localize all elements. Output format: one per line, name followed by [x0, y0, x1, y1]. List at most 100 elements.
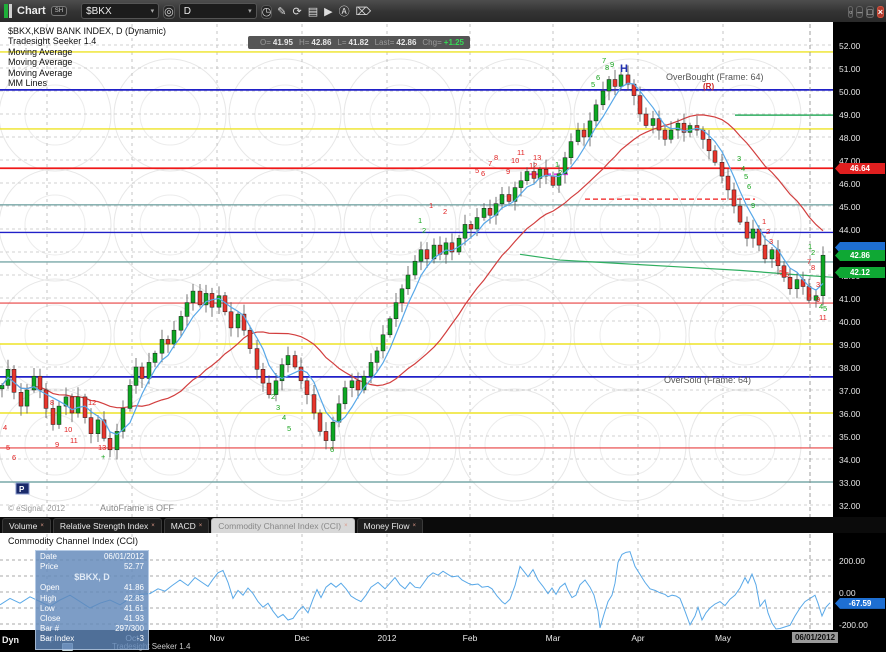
restore-button[interactable]: ▫	[848, 6, 854, 18]
quote-label: H=	[298, 38, 310, 47]
symbol-go-button[interactable]: ◎	[163, 5, 175, 19]
chart-window: Chart SH $BKX ▾ ◎ D ▾ ◷ ✎ ⟳ ▤ ▶ Ⓐ ⌦ ▫ – □ × 45689…	[0, 0, 886, 652]
price-tick-label: 32.00	[839, 501, 861, 511]
svg-text:2: 2	[271, 392, 275, 401]
title-bar: Chart SH $BKX ▾ ◎ D ▾ ◷ ✎ ⟳ ▤ ▶ Ⓐ ⌦ ▫ – □ ×	[0, 0, 886, 22]
svg-text:8: 8	[811, 263, 815, 272]
quote-value: 42.86	[311, 38, 332, 47]
price-tick-label: 52.00	[839, 41, 861, 51]
legend-ma3[interactable]: Moving Average	[8, 68, 166, 78]
price-tick-label: 34.00	[839, 455, 861, 465]
svg-text:2: 2	[766, 227, 770, 236]
data-window-row: High 42.83	[40, 593, 144, 603]
svg-text:5: 5	[475, 166, 479, 175]
quote-label: O=	[260, 38, 271, 47]
close-tab-icon[interactable]: ×	[151, 523, 155, 529]
eraser-button[interactable]: ⌦	[355, 5, 373, 19]
svg-text:1: 1	[429, 201, 433, 210]
data-window-row: Low 41.61	[40, 603, 144, 613]
time-interval-button[interactable]: ◷	[260, 5, 273, 19]
svg-text:12: 12	[88, 398, 96, 407]
price-tick-label: 50.00	[839, 87, 861, 97]
svg-text:5: 5	[6, 443, 10, 452]
data-window-overlay[interactable]: Date 06/01/2012 Price 52.77 $BKX, D Open 41.86…	[35, 550, 149, 650]
svg-text:13: 13	[98, 443, 106, 452]
quote-label: L=	[337, 38, 347, 47]
quote-strip: O= 41.95 H= 42.86 L= 41.82 Last= 42.86 Chg= +1.25	[248, 36, 471, 49]
price-tick-label: 33.00	[839, 478, 861, 488]
svg-text:10: 10	[64, 425, 72, 434]
tab-macd[interactable]: MACD ×	[163, 518, 210, 533]
quote-label: Last=	[374, 38, 395, 47]
month-label: Nov	[209, 633, 225, 643]
quote-value: 41.95	[272, 38, 293, 47]
svg-text:5: 5	[744, 172, 748, 181]
symbol-input[interactable]: $BKX ▾	[81, 3, 160, 19]
main-price-chart[interactable]: 4568910111213+2345612125 6789101112131256…	[0, 22, 833, 517]
tab-volume[interactable]: Volume ×	[2, 518, 51, 533]
svg-text:10: 10	[511, 156, 519, 165]
svg-text:13: 13	[533, 153, 541, 162]
month-label: 2012	[377, 633, 397, 643]
data-window-row: Date 06/01/2012	[40, 552, 144, 561]
svg-text:AutoFrame is OFF: AutoFrame is OFF	[100, 503, 175, 513]
svg-text:OverSold (Frame: 64): OverSold (Frame: 64)	[664, 375, 751, 385]
svg-text:9: 9	[506, 167, 510, 176]
svg-text:(R): (R)	[703, 82, 714, 91]
legend-mmlines[interactable]: MM Lines	[8, 78, 166, 88]
price-badge: 42.12	[835, 267, 885, 278]
svg-text:8: 8	[50, 398, 54, 407]
draw-pencil-button[interactable]: ✎	[276, 5, 287, 19]
quote-label: Chg=	[422, 38, 442, 47]
svg-text:4: 4	[3, 423, 7, 432]
chevron-down-icon[interactable]: ▾	[151, 7, 155, 15]
close-tab-icon[interactable]: ×	[40, 523, 44, 529]
month-label: Dec	[294, 633, 310, 643]
price-tick-label: 38.00	[839, 363, 861, 373]
svg-text:9: 9	[55, 440, 59, 449]
legend-ma1[interactable]: Moving Average	[8, 47, 166, 57]
legend-title: $BKX,KBW BANK INDEX, D (Dynamic)	[8, 26, 167, 36]
svg-text:8: 8	[494, 153, 498, 162]
close-tab-icon[interactable]: ×	[344, 523, 348, 529]
tab-money-flow[interactable]: Money Flow ×	[356, 518, 423, 533]
svg-text:5: 5	[823, 304, 827, 313]
legend-ma2[interactable]: Moving Average	[8, 57, 166, 67]
tab-relative-strength-index[interactable]: Relative Strength Index ×	[52, 518, 162, 533]
close-button[interactable]: ×	[876, 6, 884, 18]
symbol-value: $BKX	[86, 5, 112, 17]
svg-text:11: 11	[517, 148, 525, 157]
tab-commodity-channel-index-cci-[interactable]: Commodity Channel Index (CCI) ×	[211, 518, 355, 533]
svg-text:H: H	[620, 63, 628, 75]
indicator-tab-bar: Volume × Relative Strength Index × MACD × Comm…	[0, 517, 886, 533]
quote-value: 42.86	[396, 38, 417, 47]
refresh-button[interactable]: ⟳	[292, 5, 303, 19]
month-label: May	[714, 633, 732, 643]
indicator-title: Commodity Channel Index (CCI)	[8, 536, 139, 546]
svg-text:6: 6	[785, 270, 789, 279]
cci-tick-label: 0.00	[839, 588, 856, 598]
cci-tick-label: -200.00	[839, 620, 868, 630]
svg-text:6: 6	[481, 169, 485, 178]
pivot-marker: P	[19, 485, 25, 494]
price-tick-label: 39.00	[839, 340, 861, 350]
link-group-badge[interactable]: SH	[50, 6, 68, 16]
close-tab-icon[interactable]: ×	[412, 523, 416, 529]
svg-text:6: 6	[330, 445, 334, 454]
chevron-down-icon[interactable]: ▾	[248, 7, 252, 15]
minimize-button[interactable]: –	[856, 6, 864, 18]
price-tick-label: 46.00	[839, 179, 861, 189]
legend-study[interactable]: Tradesight Seeker 1.4	[8, 36, 166, 46]
interval-select[interactable]: D ▾	[178, 3, 257, 19]
quote-window-button[interactable]: ▤	[307, 5, 319, 19]
close-tab-icon[interactable]: ×	[199, 523, 203, 529]
auto-button[interactable]: Ⓐ	[338, 5, 351, 19]
price-axis[interactable]: 52.00 51.00 50.00 49.00 48.00 47.00 46.00 45.00…	[833, 22, 886, 630]
data-window-row: Bar #297/300	[40, 624, 144, 634]
price-tick-label: 35.00	[839, 432, 861, 442]
maximize-button[interactable]: □	[866, 6, 874, 18]
cursor-date-badge: 06/01/2012	[791, 632, 839, 643]
month-label: Mar	[545, 633, 561, 643]
svg-text:11: 11	[819, 313, 827, 322]
play-button[interactable]: ▶	[323, 5, 333, 19]
